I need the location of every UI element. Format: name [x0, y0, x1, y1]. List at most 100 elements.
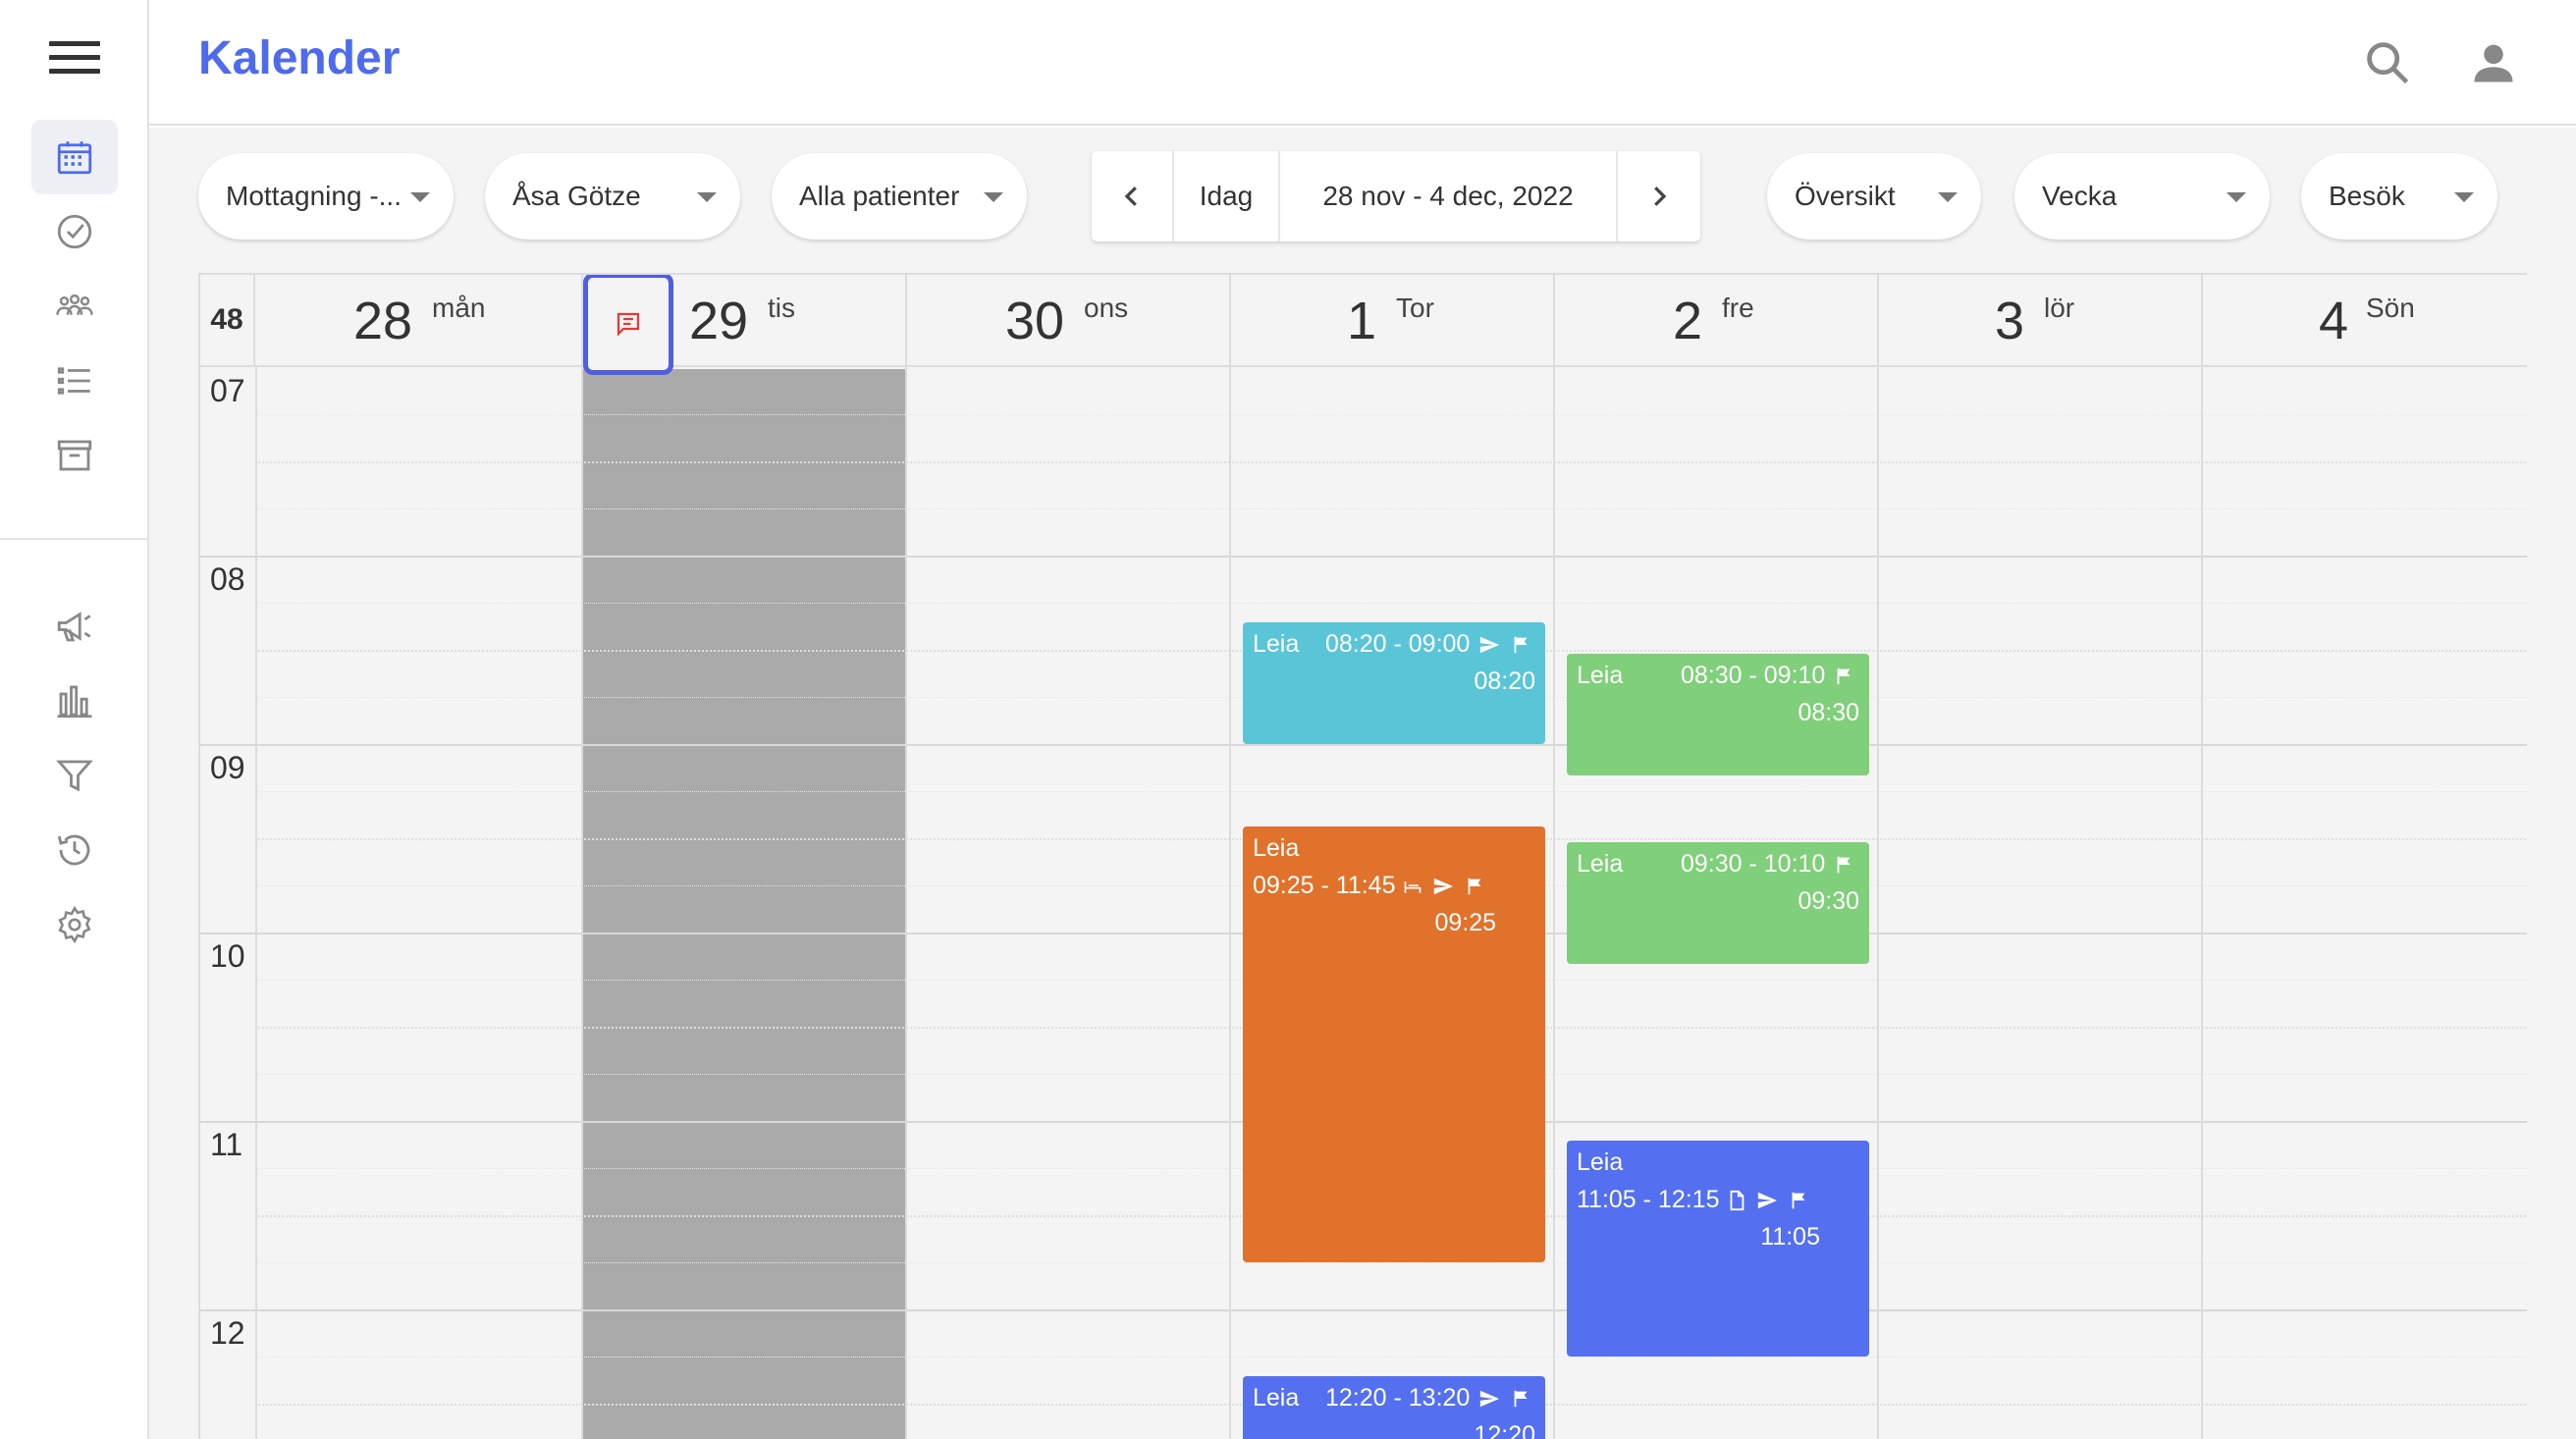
- appointment-card[interactable]: Leia 12:20 - 13:20 12:20: [1243, 1376, 1545, 1439]
- hour-label: 07: [210, 373, 245, 408]
- check-circle-icon: [57, 214, 92, 249]
- day-note-button[interactable]: [583, 275, 673, 375]
- patient-name: Leia: [1577, 850, 1624, 878]
- overview-select[interactable]: Översikt: [1767, 153, 1981, 240]
- page-title: Kalender: [198, 32, 401, 84]
- appointment-card[interactable]: Leia 09:25 - 11:45 09:25: [1243, 826, 1545, 1262]
- quarter-hour-divider: [255, 603, 2527, 604]
- sidebar-item-tasks[interactable]: [31, 194, 118, 269]
- sidebar: [0, 0, 149, 1439]
- day-header-mon[interactable]: 28 mån: [255, 275, 583, 367]
- previous-week-button[interactable]: [1092, 151, 1174, 241]
- send-icon: [1758, 1193, 1778, 1209]
- patient-name: Leia: [1253, 630, 1300, 658]
- day-number: 28: [353, 292, 413, 350]
- day-number: 30: [1005, 292, 1065, 350]
- booking-type-select[interactable]: Besök: [2301, 153, 2497, 240]
- booking-type-select-value: Besök: [2329, 181, 2405, 211]
- practitioner-select[interactable]: Åsa Götze: [485, 153, 740, 240]
- time-range: 08:20 - 09:00: [1325, 630, 1471, 658]
- time-range: 12:20 - 13:20: [1325, 1384, 1471, 1412]
- start-time: 09:25: [1434, 909, 1496, 936]
- start-time: 11:05: [1760, 1223, 1820, 1251]
- flag-icon: [1792, 1193, 1805, 1209]
- day-header-sun[interactable]: 4 Sön: [2203, 275, 2527, 367]
- start-time: 12:20: [1474, 1421, 1535, 1439]
- day-header-sat[interactable]: 3 lör: [1879, 275, 2203, 367]
- practitioner-select-value: Åsa Götze: [512, 181, 641, 211]
- hour-divider: [200, 1309, 2527, 1311]
- comment-icon: [617, 312, 640, 337]
- chevron-down-icon: [410, 192, 430, 202]
- today-button[interactable]: Idag: [1174, 151, 1280, 241]
- quarter-hour-divider: [255, 508, 2527, 509]
- flag-icon: [1514, 1391, 1528, 1408]
- day-name: tis: [768, 293, 795, 323]
- flag-icon: [1837, 857, 1851, 874]
- start-time: 08:30: [1798, 699, 1859, 726]
- day-name: Sön: [2366, 293, 2415, 323]
- bed-icon: [1405, 881, 1422, 894]
- filter-icon: [56, 760, 93, 792]
- view-mode-select-value: Vecka: [2042, 181, 2118, 211]
- appointment-time: 08:30 - 09:10: [1681, 662, 1855, 690]
- history-icon: [57, 834, 90, 866]
- flag-icon: [1837, 668, 1851, 685]
- calendar-app: Kalender Mottagning -... Åsa Götze Alla …: [0, 0, 2576, 1439]
- start-time: 08:20: [1474, 667, 1535, 695]
- day-name: Tor: [1396, 293, 1434, 323]
- appointment-card[interactable]: Leia 09:30 - 10:10 09:30: [1567, 842, 1869, 964]
- patient-select-value: Alla patienter: [799, 181, 960, 211]
- user-account-icon[interactable]: [2468, 37, 2519, 88]
- start-time: 09:30: [1798, 887, 1859, 915]
- clinic-select-value: Mottagning -...: [226, 181, 402, 211]
- appointment-time: 08:20 - 09:00: [1325, 630, 1532, 659]
- chevron-down-icon: [984, 192, 1003, 202]
- day-name: fre: [1722, 293, 1754, 323]
- sidebar-item-groups[interactable]: [31, 269, 118, 344]
- column-divider: [255, 367, 257, 1439]
- week-calendar: 48 28 mån 29 tis 30 ons 1 Tor 2 fre 3 lö…: [198, 273, 2527, 1439]
- flag-icon: [1514, 637, 1528, 654]
- hamburger-menu-icon[interactable]: [49, 41, 100, 80]
- appointment-time: 12:20 - 13:20: [1325, 1384, 1532, 1412]
- send-icon: [1480, 637, 1500, 654]
- send-icon: [1480, 1391, 1500, 1408]
- time-range: 09:30 - 10:10: [1681, 850, 1826, 878]
- blocked-day-column: [583, 369, 905, 1439]
- time-range: 08:30 - 09:10: [1681, 662, 1826, 689]
- clinic-select[interactable]: Mottagning -...: [198, 153, 454, 240]
- patient-name: Leia: [1253, 1384, 1300, 1412]
- day-name: lör: [2044, 293, 2075, 323]
- chevron-left-icon: [1124, 187, 1137, 206]
- overview-select-value: Översikt: [1795, 181, 1896, 211]
- patient-select[interactable]: Alla patienter: [772, 153, 1027, 240]
- sidebar-item-announcements[interactable]: [31, 589, 118, 664]
- sidebar-item-history[interactable]: [31, 813, 118, 887]
- appointment-card[interactable]: Leia 08:30 - 09:10 08:30: [1567, 654, 1869, 775]
- day-name: ons: [1084, 293, 1129, 323]
- day-number: 3: [1995, 292, 2025, 350]
- day-header-wed[interactable]: 30 ons: [907, 275, 1231, 367]
- search-icon[interactable]: [2362, 37, 2413, 88]
- day-number: 2: [1673, 292, 1703, 350]
- chevron-down-icon: [697, 192, 717, 202]
- appointment-card[interactable]: Leia 08:20 - 09:00 08:20: [1243, 622, 1545, 744]
- sidebar-item-archive[interactable]: [31, 418, 118, 493]
- next-week-button[interactable]: [1618, 151, 1700, 241]
- quarter-hour-divider: [255, 1357, 2527, 1358]
- sidebar-item-settings[interactable]: [31, 887, 118, 962]
- day-header-thu[interactable]: 1 Tor: [1231, 275, 1555, 367]
- date-range-button[interactable]: 28 nov - 4 dec, 2022: [1280, 151, 1618, 241]
- day-header-fri[interactable]: 2 fre: [1555, 275, 1879, 367]
- sidebar-item-list[interactable]: [31, 344, 118, 418]
- sidebar-item-statistics[interactable]: [31, 664, 118, 738]
- appointment-time: 11:05 - 12:15: [1577, 1186, 1810, 1214]
- view-mode-select[interactable]: Vecka: [2014, 153, 2270, 240]
- day-number: 29: [689, 292, 749, 350]
- appointment-card[interactable]: Leia 11:05 - 12:15 11:05: [1567, 1141, 1869, 1357]
- patient-name: Leia: [1577, 662, 1624, 689]
- time-range: 09:25 - 11:45: [1253, 872, 1396, 899]
- sidebar-item-filter[interactable]: [31, 738, 118, 813]
- sidebar-item-calendar[interactable]: [31, 120, 118, 194]
